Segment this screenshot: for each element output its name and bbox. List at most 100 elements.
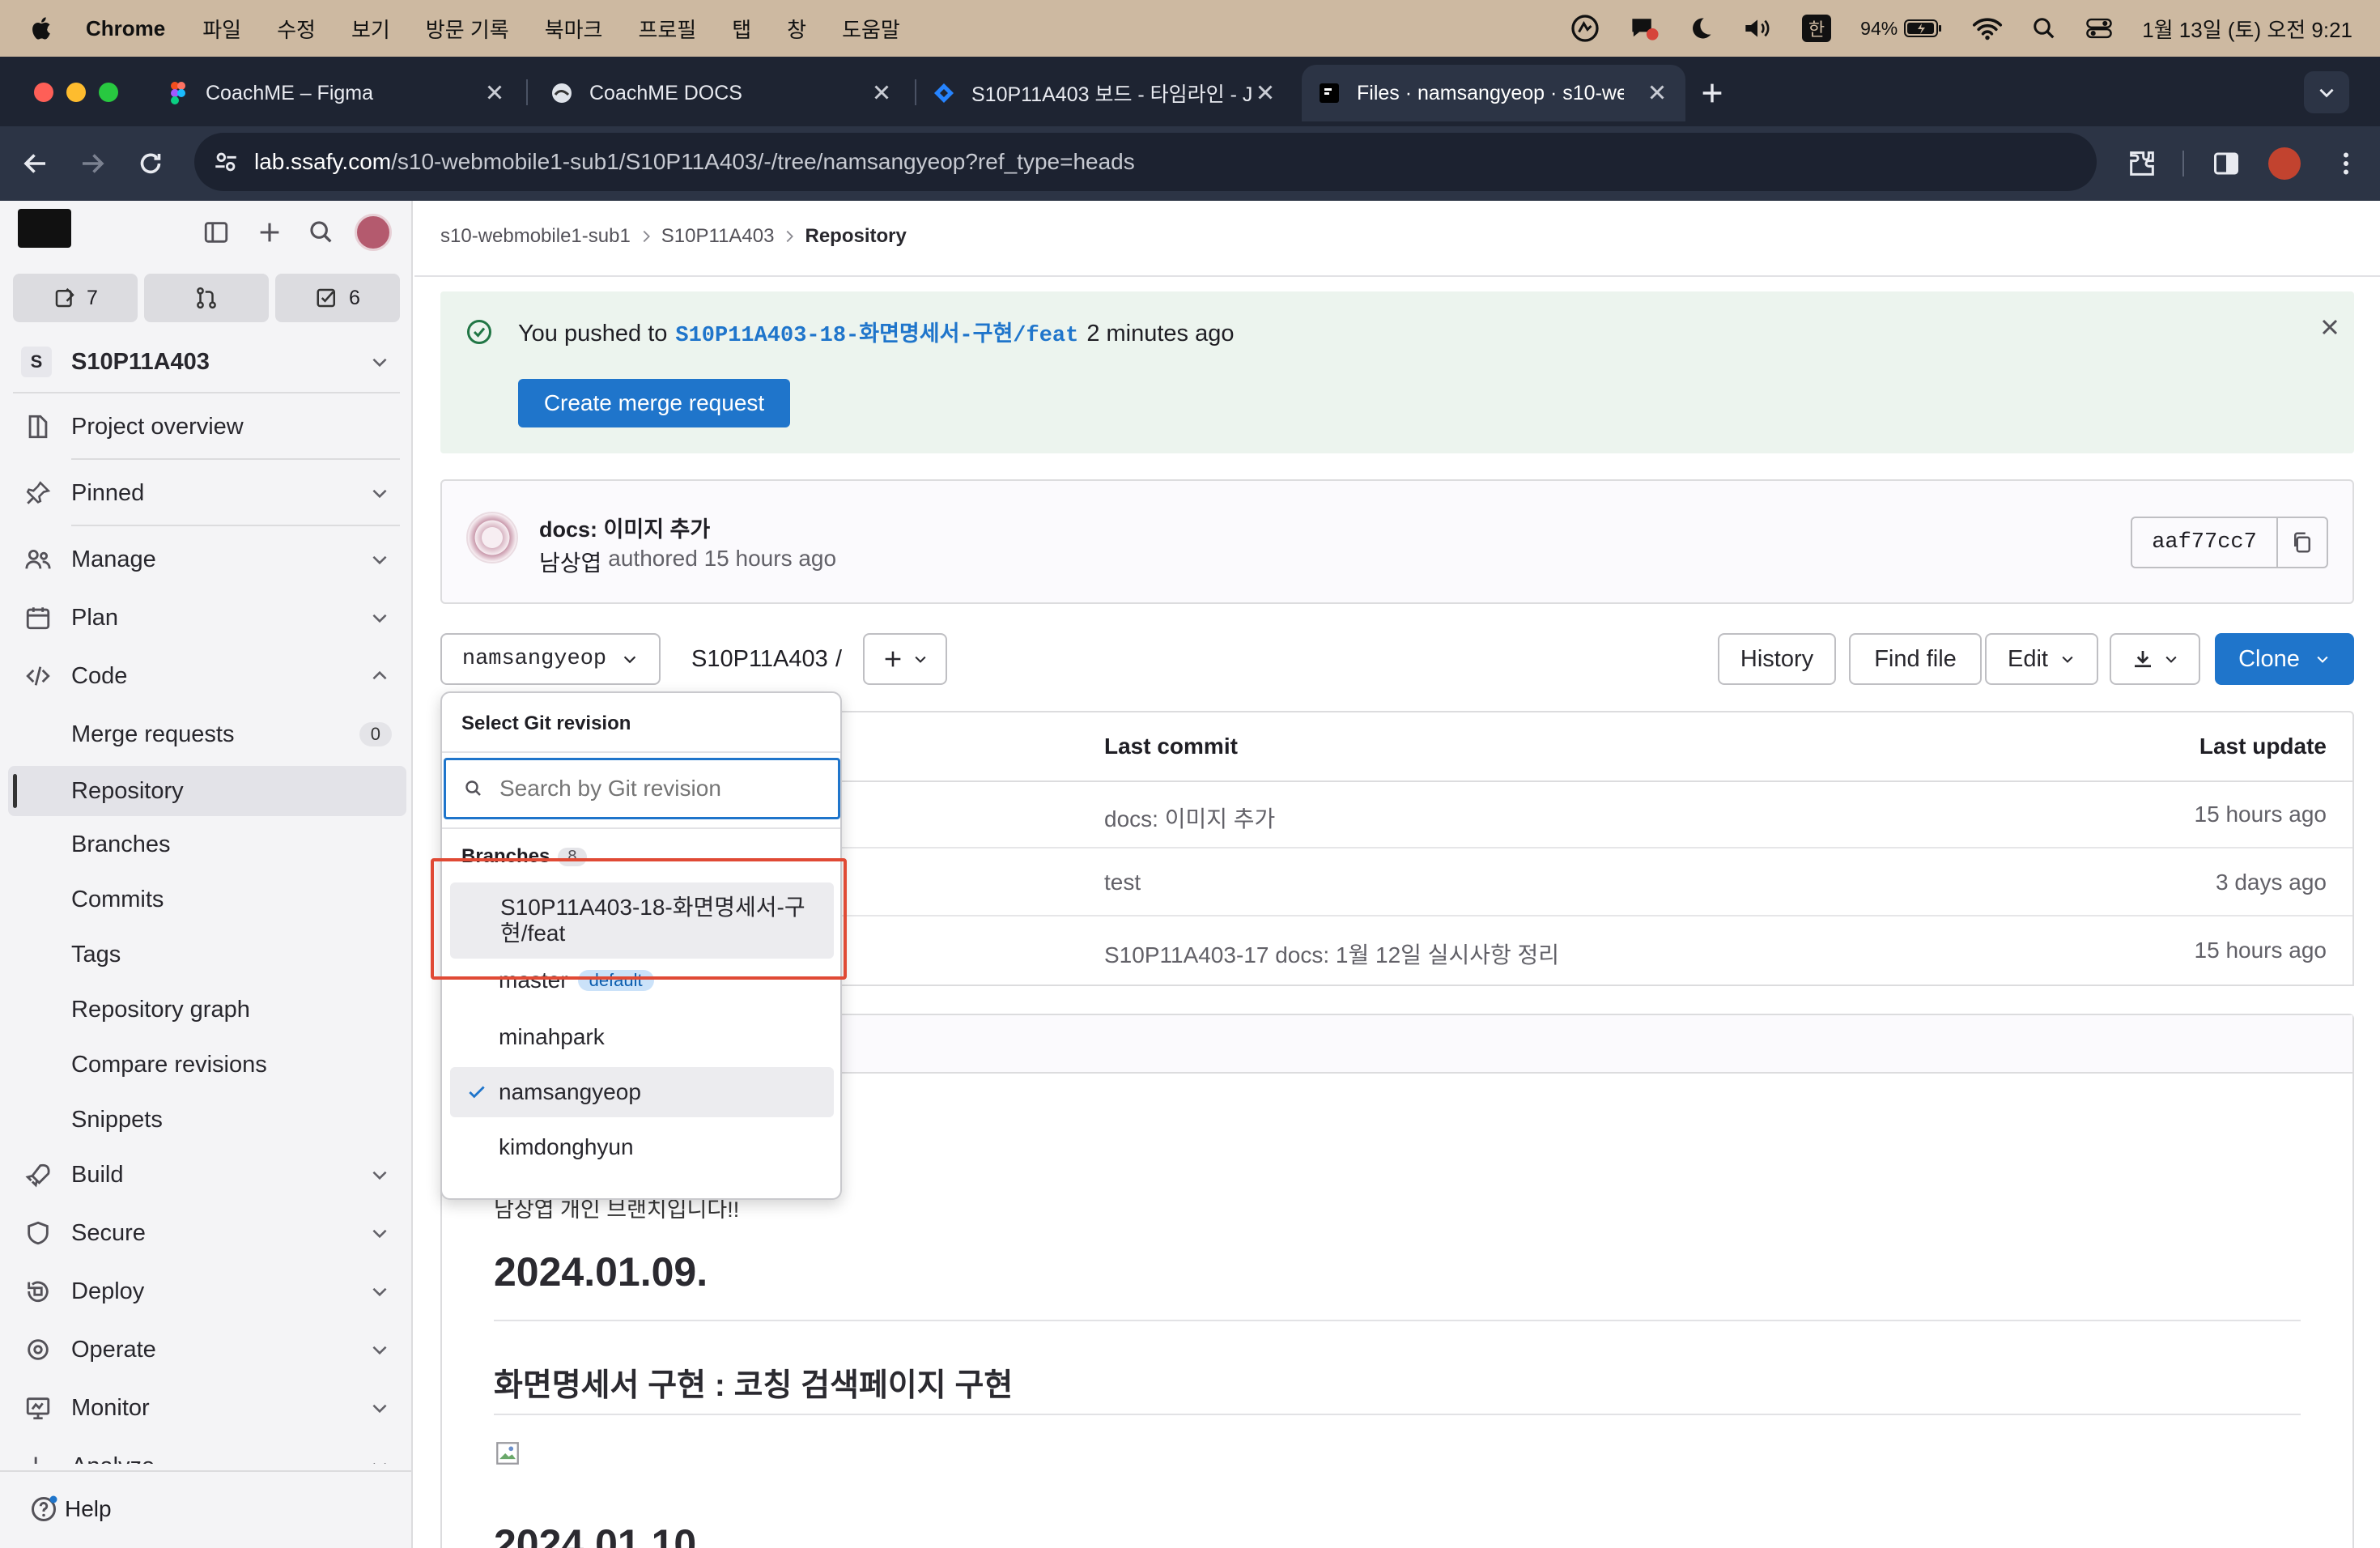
sidebar-item-operate[interactable]: Operate xyxy=(0,1329,413,1370)
project-switcher[interactable]: S S10P11A403 xyxy=(0,340,413,384)
side-panel-icon[interactable] xyxy=(2212,149,2241,178)
pushed-branch-link[interactable]: S10P11A403-18-화면명세서-구현/feat xyxy=(675,316,1078,348)
sidebar-item-monitor[interactable]: Monitor xyxy=(0,1388,413,1428)
tab-close-icon[interactable] xyxy=(482,80,507,104)
battery-status[interactable]: 94% xyxy=(1860,18,1943,40)
thumbtack-icon xyxy=(24,479,52,507)
create-merge-request-button[interactable]: Create merge request xyxy=(518,379,790,427)
spotlight-search-icon[interactable] xyxy=(2032,16,2056,40)
chat-status-icon[interactable] xyxy=(1629,14,1660,43)
row-commit-message[interactable]: docs: 이미지 추가 xyxy=(1104,802,1275,834)
sidebar-item-branches[interactable]: Branches xyxy=(0,824,413,865)
control-center-icon[interactable] xyxy=(2085,16,2113,40)
branch-option[interactable]: kimdonghyun xyxy=(450,1122,834,1172)
find-file-button[interactable]: Find file xyxy=(1849,633,1982,685)
sidebar-item-project-overview[interactable]: Project overview xyxy=(0,406,413,447)
menu-tab[interactable]: 탭 xyxy=(732,14,751,44)
input-method-indicator[interactable]: 한 xyxy=(1801,15,1832,42)
sidebar-item-merge-requests[interactable]: Merge requests 0 xyxy=(0,714,413,755)
sidebar-item-code[interactable]: Code xyxy=(0,656,413,696)
branch-option-selected[interactable]: namsangyeop xyxy=(450,1067,834,1117)
issues-counter-button[interactable]: 7 xyxy=(13,274,138,322)
revision-search-input[interactable] xyxy=(499,776,823,802)
search-icon[interactable] xyxy=(308,219,335,246)
history-button[interactable]: History xyxy=(1718,633,1836,685)
close-icon[interactable] xyxy=(2317,314,2343,340)
tab-close-icon[interactable] xyxy=(1253,80,1277,104)
extensions-icon[interactable] xyxy=(2126,147,2158,180)
sidebar-item-secure[interactable]: Secure xyxy=(0,1213,413,1253)
sidebar-item-manage[interactable]: Manage xyxy=(0,539,413,580)
status-app-icon[interactable] xyxy=(1570,14,1600,43)
menu-app-name[interactable]: Chrome xyxy=(86,16,165,41)
volume-icon[interactable] xyxy=(1742,15,1773,41)
commit-title-link[interactable]: docs: 이미지 추가 xyxy=(539,512,710,543)
revision-search-field[interactable] xyxy=(444,758,840,819)
do-not-disturb-icon[interactable] xyxy=(1689,16,1713,40)
git-revision-dropdown-button[interactable]: namsangyeop xyxy=(440,633,661,685)
merge-requests-counter-button[interactable] xyxy=(144,274,269,322)
sidebar-item-build[interactable]: Build xyxy=(0,1155,413,1195)
menu-profile[interactable]: 프로필 xyxy=(638,14,696,44)
sidebar-item-deploy[interactable]: Deploy xyxy=(0,1271,413,1312)
create-new-icon[interactable] xyxy=(256,219,283,246)
repository-path-root-link[interactable]: S10P11A403 xyxy=(691,646,828,673)
profile-avatar[interactable] xyxy=(2268,147,2301,180)
download-dropdown-button[interactable] xyxy=(2110,633,2200,685)
menu-view[interactable]: 보기 xyxy=(351,14,390,44)
apple-icon[interactable] xyxy=(29,15,52,41)
back-icon[interactable] xyxy=(21,149,50,178)
collapse-sidebar-icon[interactable] xyxy=(202,219,230,246)
wifi-icon[interactable] xyxy=(1972,16,2003,40)
browser-tab-figma[interactable]: CoachME – Figma xyxy=(151,65,523,121)
user-avatar[interactable] xyxy=(355,214,392,251)
window-zoom-button[interactable] xyxy=(99,83,118,102)
sidebar-item-analyze[interactable]: Analyze xyxy=(0,1446,411,1464)
breadcrumb-group[interactable]: s10-webmobile1-sub1 xyxy=(440,225,631,248)
browser-tab-jira[interactable]: S10P11A403 보드 - 타임라인 - J xyxy=(921,65,1294,121)
site-info-icon[interactable] xyxy=(212,148,240,176)
todos-counter-button[interactable]: 6 xyxy=(275,274,400,322)
breadcrumb-project[interactable]: S10P11A403 xyxy=(661,225,775,248)
window-minimize-button[interactable] xyxy=(66,83,86,102)
edit-dropdown-button[interactable]: Edit xyxy=(1985,633,2098,685)
row-commit-message[interactable]: test xyxy=(1104,870,1141,895)
sidebar-item-repository[interactable]: Repository xyxy=(8,766,406,816)
menu-bookmarks[interactable]: 북마크 xyxy=(545,14,603,44)
commit-sha-button[interactable]: aaf77cc7 xyxy=(2132,518,2278,567)
row-commit-message[interactable]: S10P11A403-17 docs: 1월 12일 실시사항 정리 xyxy=(1104,938,1559,970)
menu-edit[interactable]: 수정 xyxy=(277,14,316,44)
breadcrumb-current[interactable]: Repository xyxy=(805,225,906,248)
menu-help[interactable]: 도움말 xyxy=(842,14,900,44)
tab-close-icon[interactable] xyxy=(869,80,894,104)
chrome-menu-icon[interactable] xyxy=(2331,149,2361,178)
menu-history[interactable]: 방문 기록 xyxy=(426,14,509,44)
address-bar[interactable]: lab.ssafy.com /s10-webmobile1-sub1/S10P1… xyxy=(194,133,2097,191)
reload-icon[interactable] xyxy=(136,149,165,178)
copy-icon[interactable] xyxy=(2278,518,2327,567)
forward-icon[interactable] xyxy=(78,149,107,178)
help-button[interactable]: Help xyxy=(29,1493,112,1525)
menu-file[interactable]: 파일 xyxy=(202,14,241,44)
sidebar-item-snippets[interactable]: Snippets xyxy=(0,1099,413,1140)
browser-tab-docs[interactable]: CoachME DOCS xyxy=(534,65,910,121)
sidebar-item-commits[interactable]: Commits xyxy=(0,879,413,920)
author-identicon-avatar[interactable] xyxy=(466,512,518,563)
clone-dropdown-button[interactable]: Clone xyxy=(2215,633,2354,685)
ssafy-logo[interactable] xyxy=(18,209,71,248)
tab-search-button[interactable] xyxy=(2304,71,2349,113)
add-to-tree-dropdown-button[interactable] xyxy=(863,633,947,685)
branch-option[interactable]: minahpark xyxy=(450,1012,834,1062)
new-tab-icon[interactable] xyxy=(1698,79,1726,107)
sidebar-item-tags[interactable]: Tags xyxy=(0,934,413,975)
browser-tab-gitlab-files[interactable]: Files · namsangyeop · s10-we xyxy=(1302,65,1685,121)
sidebar-item-repository-graph[interactable]: Repository graph xyxy=(0,989,413,1030)
menu-window[interactable]: 창 xyxy=(787,14,806,44)
sidebar-item-plan[interactable]: Plan xyxy=(0,598,413,638)
sidebar-item-pinned[interactable]: Pinned xyxy=(0,473,413,513)
window-close-button[interactable] xyxy=(34,83,53,102)
commit-author-link[interactable]: 남상엽 xyxy=(539,546,601,578)
tab-close-icon[interactable] xyxy=(1645,80,1669,104)
sidebar-item-compare-revisions[interactable]: Compare revisions xyxy=(0,1044,413,1085)
menubar-clock[interactable]: 1월 13일 (토) 오전 9:21 xyxy=(2142,14,2352,44)
